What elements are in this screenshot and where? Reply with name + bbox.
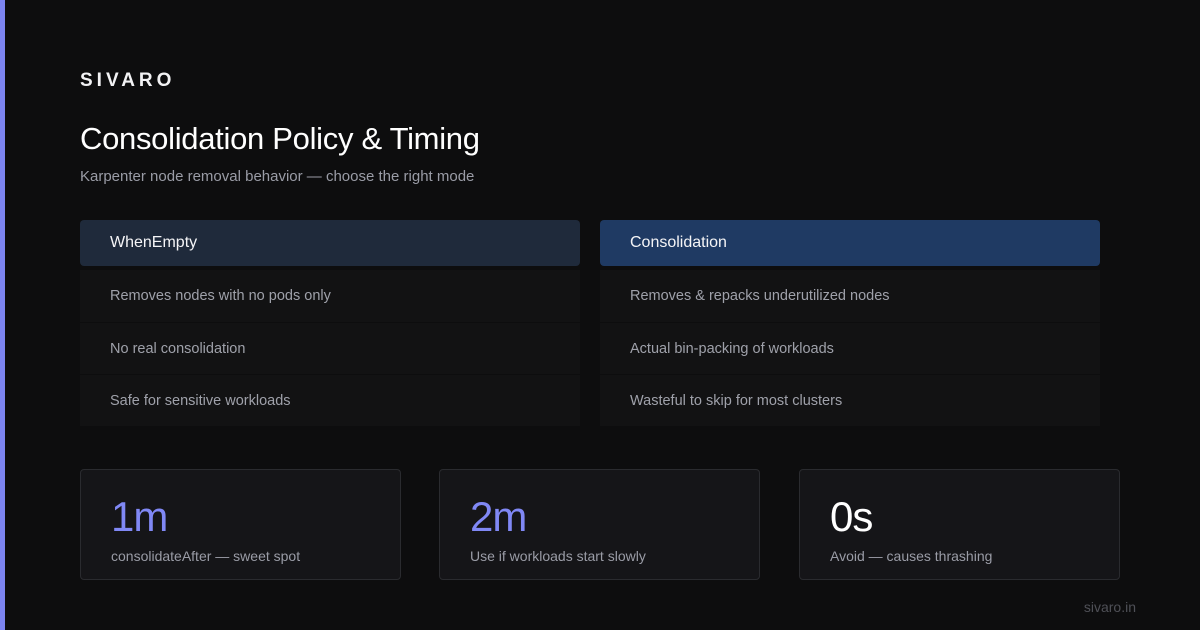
list-item: Safe for sensitive workloads bbox=[80, 374, 580, 426]
page-subtitle: Karpenter node removal behavior — choose… bbox=[80, 168, 475, 185]
stat-value: 1m bbox=[111, 493, 168, 540]
list-item: Removes & repacks underutilized nodes bbox=[600, 270, 1100, 322]
stat-value: 2m bbox=[470, 493, 527, 540]
list-item: Actual bin-packing of workloads bbox=[600, 322, 1100, 374]
brand-logo: SIVARO bbox=[80, 70, 176, 91]
stat-card-1m: 1m consolidateAfter — sweet spot bbox=[80, 469, 401, 580]
stat-label: consolidateAfter — sweet spot bbox=[111, 548, 301, 564]
column-rows: Removes nodes with no pods only No real … bbox=[80, 270, 580, 426]
column-rows: Removes & repacks underutilized nodes Ac… bbox=[600, 270, 1100, 426]
stat-label: Avoid — causes thrashing bbox=[830, 548, 993, 564]
page-title: Consolidation Policy & Timing bbox=[80, 121, 480, 156]
list-item: Removes nodes with no pods only bbox=[80, 270, 580, 322]
stat-card-0s: 0s Avoid — causes thrashing bbox=[799, 469, 1120, 580]
comparison-column-consolidation: Consolidation Removes & repacks underuti… bbox=[600, 220, 1100, 426]
list-item: No real consolidation bbox=[80, 322, 580, 374]
footer-url: sivaro.in bbox=[1083, 599, 1136, 615]
stat-label: Use if workloads start slowly bbox=[470, 548, 646, 564]
column-header-consolidation: Consolidation bbox=[600, 220, 1100, 266]
stat-card-2m: 2m Use if workloads start slowly bbox=[439, 469, 760, 580]
list-item: Wasteful to skip for most clusters bbox=[600, 374, 1100, 426]
accent-bar bbox=[0, 0, 5, 630]
column-header-whenempty: WhenEmpty bbox=[80, 220, 580, 266]
stat-value: 0s bbox=[830, 493, 873, 540]
comparison-column-whenempty: WhenEmpty Removes nodes with no pods onl… bbox=[80, 220, 580, 426]
